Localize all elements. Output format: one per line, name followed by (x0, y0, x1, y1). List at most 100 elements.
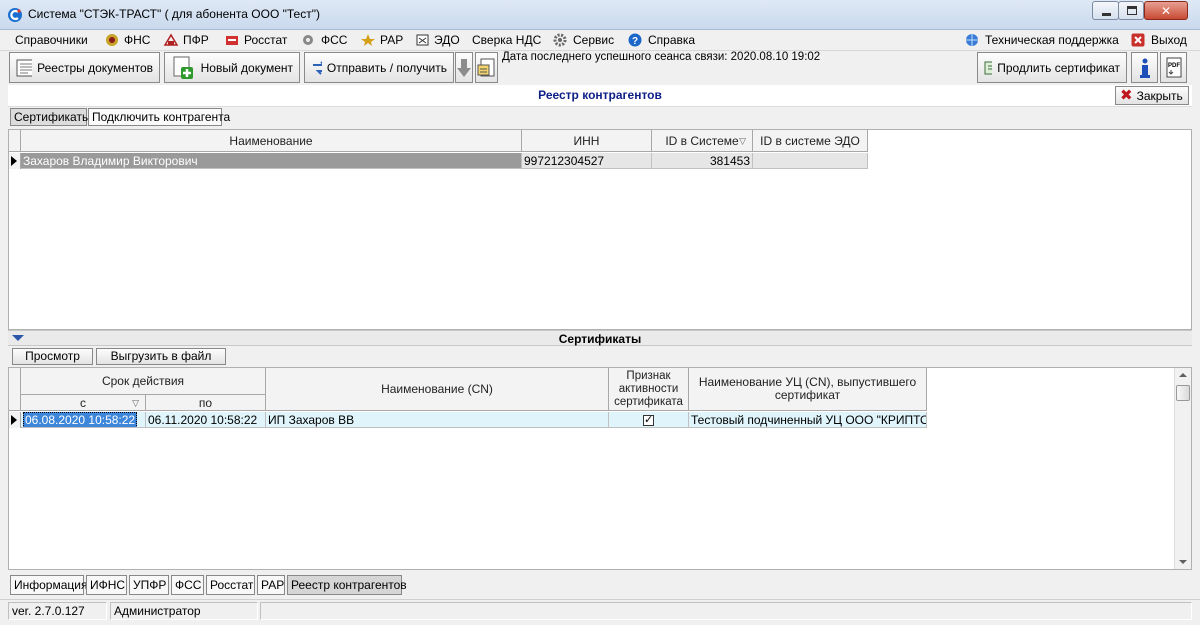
row-indicator-header (9, 130, 21, 152)
cert-valid-from-value: 06.08.2020 10:58:22 (23, 412, 138, 427)
vertical-scrollbar[interactable] (1174, 368, 1191, 569)
menu-service[interactable]: Сервис (553, 33, 614, 47)
tab-connect-contractor[interactable]: Подключить контрагента (88, 108, 230, 126)
tab-fss[interactable]: ФСС (171, 575, 204, 595)
scroll-down-icon[interactable] (1179, 560, 1187, 564)
column-header-validity: Срок действия (21, 368, 266, 395)
cert-valid-from-cell[interactable]: 06.08.2020 10:58:22 (21, 412, 146, 428)
window-close-button[interactable]: ✕ (1144, 1, 1188, 20)
help-icon: ? (628, 33, 642, 47)
rar-icon (361, 34, 375, 46)
view-button[interactable]: Просмотр (12, 348, 93, 365)
pdf-button[interactable]: PDF (1160, 52, 1187, 83)
column-header-name[interactable]: Наименование (21, 130, 522, 152)
archive-button[interactable] (475, 52, 498, 83)
send-receive-dropdown-button[interactable] (455, 52, 473, 83)
tab-rosstat[interactable]: Росстат (206, 575, 255, 595)
tab-rar[interactable]: РАР (257, 575, 285, 595)
menu-rar[interactable]: РАР (360, 33, 403, 47)
menu-label: ЭДО (434, 33, 460, 47)
menu-exit[interactable]: Выход (1131, 33, 1187, 47)
maximize-button[interactable] (1118, 1, 1144, 20)
status-bar: ver. 2.7.0.127 Администратор (0, 599, 1200, 621)
menu-references[interactable]: Справочники (15, 33, 88, 47)
cert-cn-cell[interactable]: ИП Захаров ВВ (266, 412, 609, 428)
sort-indicator-icon: ▽ (132, 398, 139, 408)
send-receive-icon (313, 60, 322, 75)
minimize-button[interactable] (1092, 1, 1119, 20)
certificate-icon (984, 61, 993, 74)
cert-issuer-cell[interactable]: Тестовый подчиненный УЦ ООО "КРИПТО-... (689, 412, 927, 428)
tab-certificates[interactable]: Сертификаты (10, 108, 91, 126)
minimize-icon (1102, 13, 1111, 16)
section-title: Реестр контрагентов (538, 88, 662, 102)
menu-label: Сервис (573, 33, 615, 47)
scroll-up-icon[interactable] (1179, 373, 1187, 377)
column-header-active[interactable]: Признак активности сертификата (609, 368, 689, 411)
registry-header: Реестр контрагентов ✖ Закрыть (8, 85, 1192, 107)
cert-active-cell[interactable] (609, 412, 689, 428)
button-label: Реестры документов (37, 60, 153, 75)
cert-valid-to-cell[interactable]: 06.11.2020 10:58:22 (146, 412, 266, 428)
tab-information[interactable]: Информация (10, 575, 87, 595)
info-button[interactable] (1131, 52, 1158, 83)
maximize-icon (1127, 6, 1137, 15)
menu-vat-reconciliation[interactable]: Сверка НДС (472, 33, 541, 47)
column-header-label: ID в Системе (665, 134, 739, 148)
column-header-issuer[interactable]: Наименование УЦ (CN), выпустившего серти… (689, 368, 927, 411)
column-header-edo-id[interactable]: ID в системе ЭДО (753, 130, 868, 152)
menu-pfr[interactable]: ПФР (163, 33, 209, 47)
column-header-cn[interactable]: Наименование (CN) (266, 368, 609, 411)
menu-label: ПФР (183, 33, 209, 47)
contractor-edo-id-cell[interactable] (753, 153, 868, 169)
menu-rosstat[interactable]: Росстат (224, 33, 287, 47)
menu-label: Выход (1151, 33, 1187, 47)
active-checkbox[interactable] (643, 413, 654, 427)
column-header-inn[interactable]: ИНН (522, 130, 652, 152)
export-to-file-button[interactable]: Выгрузить в файл (96, 348, 226, 365)
menu-fss[interactable]: ФСС (301, 33, 347, 47)
sort-indicator-icon: ▽ (739, 136, 746, 146)
menu-label: Сверка НДС (472, 33, 542, 47)
current-row-arrow-icon (11, 415, 17, 425)
fns-icon (106, 34, 118, 46)
menu-fns[interactable]: ФНС (104, 33, 150, 47)
tab-contractor-registry[interactable]: Реестр контрагентов (287, 575, 407, 595)
new-document-button[interactable]: Новый документ (164, 52, 300, 83)
close-x-icon: ✖ (1120, 86, 1133, 104)
svg-text:PDF: PDF (1168, 63, 1180, 69)
send-receive-button[interactable]: Отправить / получить (304, 52, 454, 83)
row-indicator (9, 412, 21, 428)
column-header-system-id[interactable]: ID в Системе ▽ (652, 130, 753, 152)
certificates-grid: Срок действия с ▽ по Наименование (CN) П… (8, 367, 1192, 570)
column-header-valid-to[interactable]: по (146, 395, 266, 411)
contractor-system-id-cell[interactable]: 381453 (652, 153, 753, 169)
menu-edo[interactable]: ЭДО (416, 33, 460, 47)
row-indicator (9, 153, 21, 169)
window-title: Система "СТЭК-ТРАСТ" ( для абонента ООО … (28, 7, 320, 21)
contractor-name-cell[interactable]: Захаров Владимир Викторович (21, 153, 522, 169)
registry-icon (16, 59, 33, 76)
scroll-thumb[interactable] (1176, 385, 1190, 401)
last-session-text: Дата последнего успешного сеанса связи: … (502, 51, 821, 63)
menu-label: Росстат (244, 33, 288, 47)
toolbar: Реестры документов Новый документ Отправ… (0, 50, 1200, 85)
fss-icon (303, 35, 313, 45)
tab-ifns[interactable]: ИФНС (86, 575, 127, 595)
tab-upfr[interactable]: УПФР (129, 575, 169, 595)
edo-icon (416, 34, 429, 46)
close-section-button[interactable]: ✖ Закрыть (1115, 86, 1189, 105)
column-header-label: с (80, 396, 86, 410)
renew-certificate-button[interactable]: Продлить сертификат (977, 52, 1127, 83)
status-message-panel (260, 602, 1192, 620)
gear-icon (553, 33, 567, 47)
menu-help[interactable]: ? Справка (628, 33, 695, 47)
button-label: Продлить сертификат (997, 60, 1120, 75)
certificates-panel-header: Сертификаты (8, 330, 1192, 346)
document-registry-button[interactable]: Реестры документов (9, 52, 160, 83)
menu-tech-support[interactable]: Техническая поддержка (965, 33, 1119, 47)
button-label: Отправить / получить (326, 60, 447, 75)
column-header-valid-from[interactable]: с ▽ (21, 395, 146, 411)
menu-bar: Справочники ФНС ПФР Росстат ФСС РАР ЭДО … (0, 30, 1200, 50)
contractor-inn-cell[interactable]: 997212304527 (522, 153, 652, 169)
